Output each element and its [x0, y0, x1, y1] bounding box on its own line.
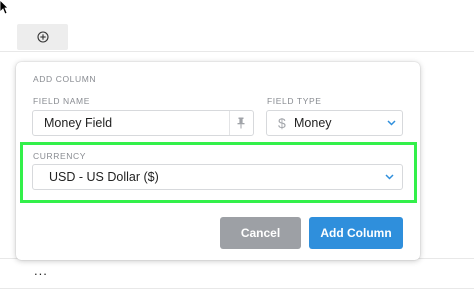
- add-column-header-button[interactable]: [17, 24, 68, 50]
- field-name-divider: [229, 111, 230, 135]
- field-type-select[interactable]: $ Money: [266, 110, 403, 136]
- mouse-cursor-icon: [0, 0, 8, 15]
- field-name-label: FIELD NAME: [33, 96, 91, 106]
- more-options-button[interactable]: ...: [34, 264, 48, 278]
- add-column-button[interactable]: Add Column: [309, 217, 403, 249]
- chevron-down-icon: [387, 120, 396, 126]
- grid-line: [0, 51, 474, 52]
- field-type-label: FIELD TYPE: [267, 96, 322, 106]
- pin-icon[interactable]: [236, 117, 246, 129]
- plus-circle-icon: [36, 31, 49, 43]
- field-type-value: Money: [294, 116, 332, 130]
- field-name-input[interactable]: Money Field: [32, 110, 254, 136]
- cancel-button[interactable]: Cancel: [220, 217, 301, 249]
- currency-highlight-box: [20, 142, 417, 203]
- grid-line: [0, 288, 474, 289]
- panel-title: ADD COLUMN: [33, 74, 97, 84]
- field-name-value: Money Field: [44, 116, 113, 130]
- dollar-sign-icon: $: [278, 115, 286, 131]
